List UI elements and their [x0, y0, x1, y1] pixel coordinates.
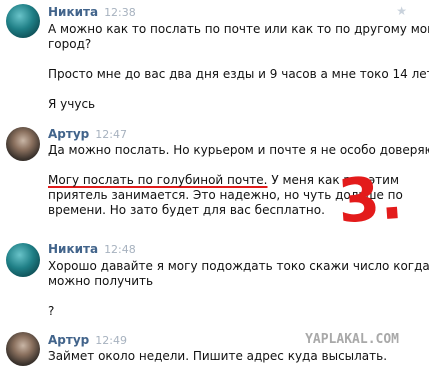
watermark: YAPLAKAL.COM: [305, 332, 399, 347]
text-line: А можно как то послать по почте или как …: [48, 22, 429, 36]
text-line: Хорошо давайте я могу подождать токо ска…: [48, 259, 429, 273]
text-line: Да можно послать. Но курьером и почте я …: [48, 143, 429, 157]
author-name[interactable]: Артур 12:49: [48, 333, 127, 347]
message-text: Хорошо давайте я могу подождать токо ска…: [48, 259, 429, 319]
highlighted-phrase: Могу послать по голубиной почте.: [48, 173, 268, 187]
timestamp: 12:48: [104, 243, 136, 256]
author-name[interactable]: Никита 12:38: [48, 5, 136, 19]
text-line: Я учусь: [48, 97, 96, 111]
avatar[interactable]: [6, 243, 40, 277]
avatar[interactable]: [6, 127, 40, 161]
author-name[interactable]: Артур 12:47: [48, 127, 127, 141]
author-label[interactable]: Артур: [48, 127, 89, 141]
author-label[interactable]: Артур: [48, 333, 89, 347]
message-text: А можно как то послать по почте или как …: [48, 22, 429, 112]
text-line: Просто мне до вас два дня езды и 9 часов…: [48, 67, 429, 81]
author-label[interactable]: Никита: [48, 242, 98, 256]
text-line: город?: [48, 37, 92, 51]
author-name[interactable]: Никита 12:48: [48, 242, 136, 256]
text-line: Займет около недели. Пишите адрес куда в…: [48, 349, 388, 363]
timestamp: 12:38: [104, 6, 136, 19]
text-line: можно получить: [48, 274, 154, 288]
red-number-annotation: 3.: [335, 162, 405, 238]
message-text: Займет около недели. Пишите адрес куда в…: [48, 349, 393, 364]
timestamp: 12:49: [95, 334, 127, 347]
timestamp: 12:47: [95, 128, 127, 141]
text-line: ?: [48, 304, 55, 318]
avatar[interactable]: [6, 332, 40, 366]
author-label[interactable]: Никита: [48, 5, 98, 19]
star-icon[interactable]: ★: [396, 4, 407, 18]
avatar[interactable]: [6, 4, 40, 38]
